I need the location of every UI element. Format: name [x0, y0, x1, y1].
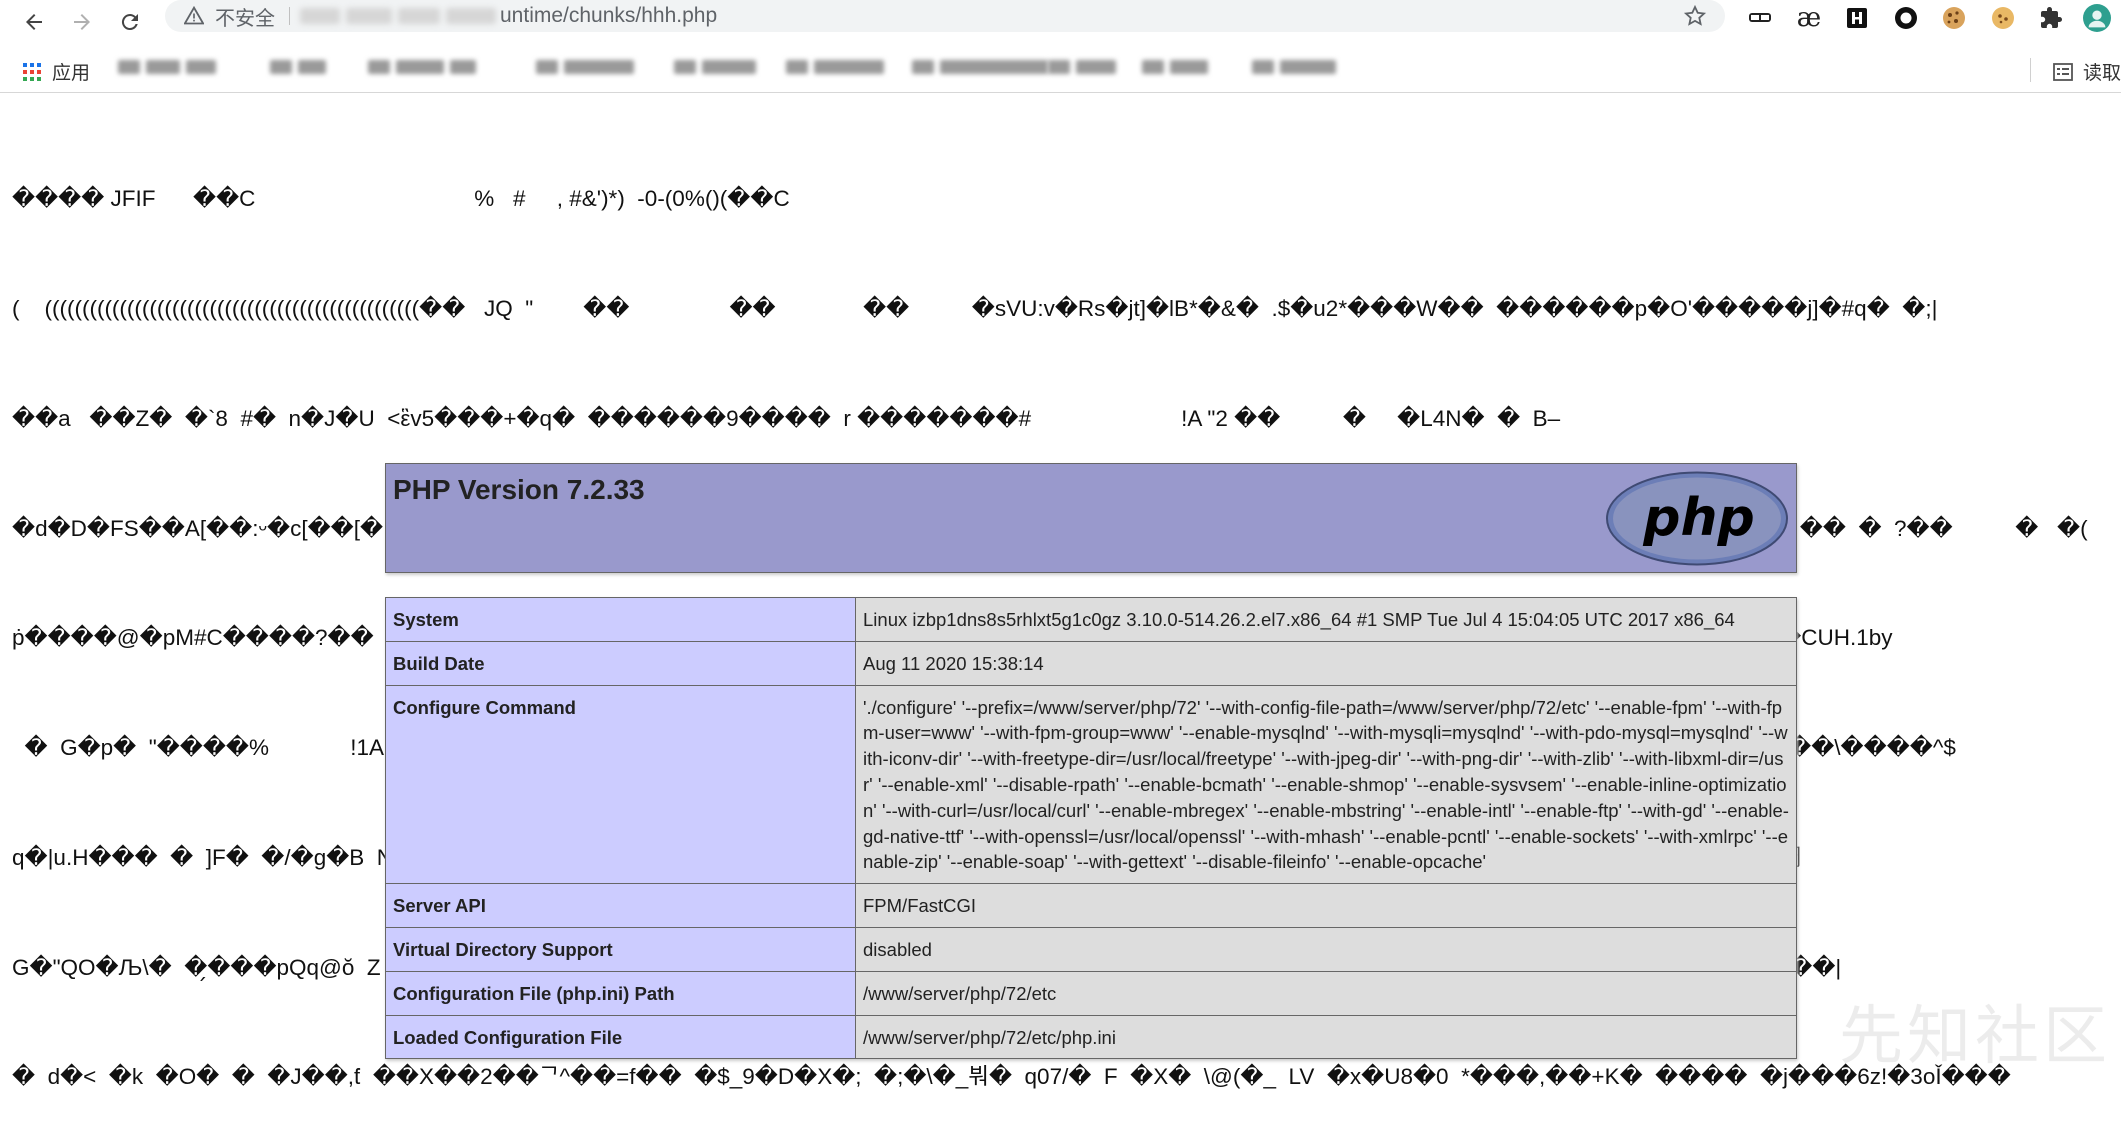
row-key: Server API: [385, 883, 856, 928]
row-value: Linux izbp1dns8s5rhlxt5g1c0gz 3.10.0-514…: [855, 597, 1797, 642]
browser-toolbar: 不安全 untime/chunks/hhh.php æ: [0, 0, 2121, 48]
garbage-line: ( ((((((((((((((((((((((((((((((((((((((…: [12, 295, 1938, 321]
row-key: Configuration File (php.ini) Path: [385, 970, 856, 1016]
glasses-extension-icon[interactable]: [1746, 4, 1774, 32]
back-button[interactable]: [14, 2, 54, 42]
puzzle-extensions-icon[interactable]: [2037, 4, 2065, 32]
star-icon[interactable]: [1683, 4, 1707, 28]
php-logo[interactable]: php: [1605, 471, 1789, 566]
php-logo-text: php: [1642, 488, 1754, 548]
table-row: Configure Command './configure' '--prefi…: [385, 684, 1797, 885]
profile-avatar-icon[interactable]: [2083, 4, 2111, 32]
garbage-line: ��a ��Z� �`8 #� n�J�U <ἓv5���+�q� ������…: [12, 405, 1561, 431]
garbage-line: � d�< �k �O� � �J��,ƭ ��X��2��ᄀ^��=f�� �…: [12, 1064, 2011, 1090]
ring-extension-icon[interactable]: [1892, 4, 1920, 32]
reading-list-label: 读取: [2082, 63, 2121, 84]
ae-extension-icon[interactable]: æ: [1795, 3, 1823, 33]
bookmark-item[interactable]: [786, 60, 890, 80]
row-value: /www/server/php/72/etc/php.ini: [855, 1014, 1797, 1060]
apps-grid-icon: [23, 62, 41, 81]
bookmark-item[interactable]: [270, 60, 332, 80]
redacted-host: [446, 8, 496, 24]
address-bar[interactable]: 不安全 untime/chunks/hhh.php: [165, 0, 1725, 32]
reload-icon: [121, 14, 138, 31]
bookmark-item[interactable]: [674, 60, 762, 80]
table-row: System Linux izbp1dns8s5rhlxt5g1c0gz 3.1…: [385, 597, 1797, 642]
insecure-label[interactable]: 不安全: [215, 2, 275, 31]
bookmarks-divider: [2030, 58, 2031, 82]
phpinfo-header: PHP Version 7.2.33 php: [385, 463, 1797, 573]
row-key: Configure Command: [385, 684, 856, 885]
bookmark-item[interactable]: [536, 60, 640, 80]
php-version-title: PHP Version 7.2.33: [393, 474, 645, 505]
garbage-line: ���� JFIF ��C % # , #&')*) -0-(0%()(��C: [12, 186, 790, 212]
bookmark-item[interactable]: [1142, 60, 1214, 80]
row-key: System: [385, 597, 856, 642]
apps-label: 应用: [52, 63, 91, 84]
bookmark-item[interactable]: [118, 60, 222, 80]
bookmarks-bar: 应用 读取: [0, 48, 2121, 93]
table-row: Configuration File (php.ini) Path /www/s…: [385, 970, 1797, 1016]
redacted-host: [346, 8, 392, 24]
table-row: Virtual Directory Support disabled: [385, 926, 1797, 972]
redacted-host: [300, 8, 340, 24]
forward-arrow-icon: [74, 14, 90, 30]
reading-list-button[interactable]: 读取: [2053, 58, 2121, 85]
row-value: './configure' '--prefix=/www/server/php/…: [855, 684, 1797, 885]
reload-button[interactable]: [110, 2, 150, 42]
row-value: /www/server/php/72/etc: [855, 970, 1797, 1016]
reading-list-icon: [2053, 62, 2073, 81]
bookmark-item[interactable]: [1048, 60, 1122, 80]
bookmark-item[interactable]: [368, 60, 482, 80]
h-extension-icon[interactable]: [1843, 4, 1871, 32]
back-arrow-icon: [26, 14, 42, 30]
row-key: Virtual Directory Support: [385, 926, 856, 972]
row-value: FPM/FastCGI: [855, 883, 1797, 928]
warning-icon[interactable]: [183, 5, 205, 27]
watermark: 先知社区: [1839, 1000, 2111, 1074]
table-row: Loaded Configuration File /www/server/ph…: [385, 1014, 1797, 1060]
row-key: Loaded Configuration File: [385, 1014, 856, 1060]
url-text: untime/chunks/hhh.php: [500, 4, 718, 27]
table-row: Server API FPM/FastCGI: [385, 883, 1797, 928]
phpinfo-table: System Linux izbp1dns8s5rhlxt5g1c0gz 3.1…: [385, 597, 1797, 1060]
bookmark-item[interactable]: [912, 60, 1054, 80]
table-row: Build Date Aug 11 2020 15:38:14: [385, 640, 1797, 686]
cookie-extension-icon[interactable]: [1940, 4, 1968, 32]
row-value: disabled: [855, 926, 1797, 972]
bookmark-item[interactable]: [1252, 60, 1342, 80]
row-value: Aug 11 2020 15:38:14: [855, 640, 1797, 686]
forward-button[interactable]: [62, 2, 102, 42]
cookie-editor-extension-icon[interactable]: [1989, 4, 2017, 32]
apps-bookmark[interactable]: 应用: [22, 58, 90, 85]
redacted-host: [398, 8, 440, 24]
row-key: Build Date: [385, 640, 856, 686]
address-divider: [289, 7, 290, 25]
